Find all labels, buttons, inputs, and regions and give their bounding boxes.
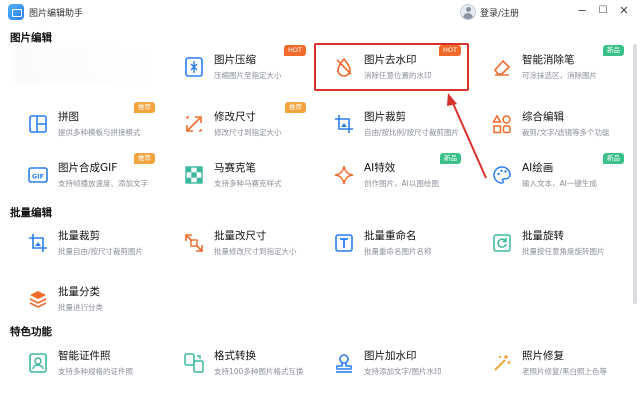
card-desc: 批量进行分类 — [58, 303, 103, 312]
rename-icon — [330, 229, 358, 257]
card-title: 批量分类 — [58, 286, 100, 298]
card-title: 智能证件照 — [58, 350, 111, 362]
id-photo-icon — [24, 349, 52, 377]
card-batch-rotate[interactable]: 批量旋转 批量按任意角度旋转图片 — [478, 224, 628, 262]
card-desc: 老照片修复/黑白照上色等 — [522, 367, 608, 376]
card-title: 照片修复 — [522, 350, 564, 362]
card-title: 批量裁剪 — [58, 230, 100, 242]
card-batch-rename[interactable]: 批量重命名 批量重命名图片名称 — [320, 224, 465, 262]
card-repair[interactable]: 照片修复 老照片修复/黑白照上色等 — [478, 344, 628, 382]
card-title: 批量重命名 — [364, 230, 417, 242]
card-id-photo[interactable]: 智能证件照 支持多种规格的证件照 — [14, 344, 159, 382]
layers-icon — [24, 285, 52, 313]
card-add-watermark[interactable]: 图片加水印 支持添加文字/图片水印 — [320, 344, 465, 382]
scrollbar[interactable] — [633, 44, 637, 304]
batch-resize-icon — [180, 229, 208, 257]
section-title-batch: 批量编辑 — [10, 207, 52, 219]
card-desc: 支持100多种图片格式互换 — [214, 367, 304, 376]
card-title: 批量改尺寸 — [214, 230, 267, 242]
card-title: 格式转换 — [214, 350, 256, 362]
card-desc: 批量按任意角度旋转图片 — [522, 247, 605, 256]
card-desc: 支持添加文字/图片水印 — [364, 367, 442, 376]
card-title: 批量旋转 — [522, 230, 564, 242]
annotation-arrow — [447, 93, 487, 179]
card-batch-classify[interactable]: 批量分类 批量进行分类 — [14, 280, 159, 318]
stamp-icon — [330, 349, 358, 377]
card-desc: 批量重命名图片名称 — [364, 247, 432, 256]
section-title-special: 特色功能 — [10, 326, 52, 338]
card-desc: 支持多种规格的证件照 — [58, 367, 133, 376]
rotate-icon — [488, 229, 516, 257]
card-convert[interactable]: 格式转换 支持100多种图片格式互换 — [170, 344, 310, 382]
card-title: 图片加水印 — [364, 350, 417, 362]
format-convert-icon — [180, 349, 208, 377]
card-batch-resize[interactable]: 批量改尺寸 批量修改尺寸到指定大小 — [170, 224, 310, 262]
magic-wand-icon — [488, 349, 516, 377]
card-desc: 批量修改尺寸到指定大小 — [214, 247, 297, 256]
card-desc: 批量自由/按尺寸裁剪图片 — [58, 247, 144, 256]
card-batch-crop[interactable]: 批量裁剪 批量自由/按尺寸裁剪图片 — [14, 224, 159, 262]
batch-crop-icon — [24, 229, 52, 257]
